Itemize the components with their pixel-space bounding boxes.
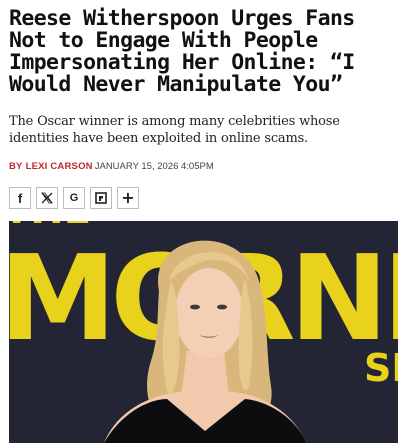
facebook-share-button[interactable]: f (9, 187, 31, 209)
svg-text:SH: SH (364, 346, 398, 390)
byline: By Lexi Carson January 15, 2026 4:05pm (9, 160, 214, 174)
x-share-button[interactable] (36, 187, 58, 209)
google-share-button[interactable]: G (63, 187, 85, 209)
x-icon (41, 192, 53, 204)
headline: Reese Witherspoon Urges Fans Not to Enga… (9, 6, 355, 97)
hero-photo-illustration: THE MORNIN SH (9, 221, 398, 443)
byline-prefix: By (9, 161, 23, 172)
dek: The Oscar winner is among many celebriti… (9, 114, 340, 146)
flipboard-icon (95, 192, 107, 204)
more-share-button[interactable]: + (117, 187, 139, 209)
share-bar: f G + (9, 187, 139, 209)
hero-image: THE MORNIN SH (9, 221, 398, 443)
author-link[interactable]: Lexi Carson (26, 161, 93, 173)
google-icon: G (69, 192, 79, 204)
publish-date: January 15, 2026 4:05pm (94, 161, 214, 172)
facebook-icon: f (17, 190, 23, 206)
plus-icon: + (121, 188, 135, 207)
flipboard-share-button[interactable] (90, 187, 112, 209)
